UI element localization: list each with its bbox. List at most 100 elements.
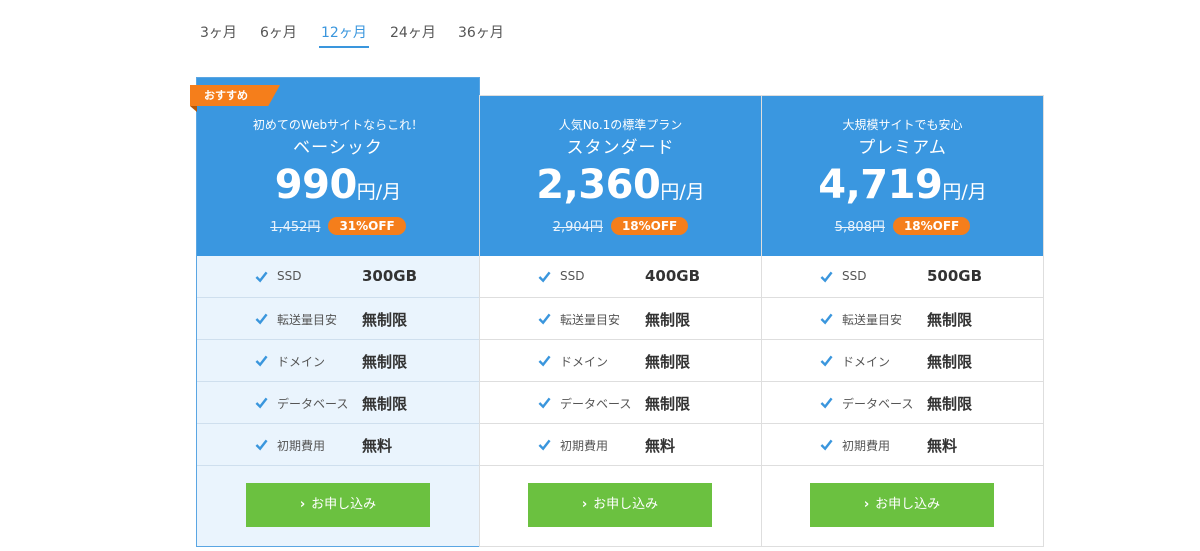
check-icon: [538, 397, 551, 409]
feature-value: 無制限: [927, 395, 973, 413]
feature-label: SSD: [277, 269, 302, 283]
plan-catchphrase: 初めてのWebサイトならこれ！: [252, 118, 424, 132]
feature-row-domain: ドメイン 無制限: [197, 340, 479, 382]
check-icon: [255, 397, 268, 409]
feature-label: 転送量目安: [560, 313, 621, 327]
check-icon: [255, 355, 268, 367]
recommended-badge: おすすめ: [190, 85, 280, 106]
discount-badge: 18%OFF: [892, 216, 971, 235]
check-icon: [820, 397, 833, 409]
feature-label: 初期費用: [560, 439, 609, 453]
feature-row-transfer: 転送量目安 無制限: [197, 298, 479, 340]
plan-name: スタンダード: [566, 138, 675, 158]
plan-card-standard: 人気No.1の標準プラン スタンダード 2,360円/月 2,904円 18%OF…: [479, 95, 762, 547]
feature-label: 初期費用: [277, 439, 326, 453]
check-icon: [538, 313, 551, 325]
feature-value: 無制限: [927, 311, 973, 329]
tab-label: 6ヶ月: [260, 25, 297, 41]
apply-button-label: お申し込み: [875, 497, 941, 512]
feature-label: データベース: [842, 397, 914, 411]
check-icon: [538, 439, 551, 451]
price-amount: 4,719: [818, 162, 943, 208]
check-icon: [255, 313, 268, 325]
feature-value: 無制限: [645, 395, 691, 413]
discount-row: 1,452円 31%OFF: [197, 216, 479, 235]
feature-row-setup-fee: 初期費用 無料: [197, 424, 479, 466]
feature-row-ssd: SSD 300GB: [197, 256, 479, 298]
tab-label: 12ヶ月: [321, 25, 367, 41]
plan-price: 4,719円/月: [762, 162, 1043, 208]
feature-label: 転送量目安: [842, 313, 903, 327]
feature-row-database: データベース 無制限: [480, 382, 761, 424]
feature-row-database: データベース 無制限: [762, 382, 1043, 424]
active-tab-underline: [319, 46, 369, 48]
feature-value: 500GB: [927, 267, 983, 285]
tab-3-months[interactable]: 3ヶ月: [200, 22, 237, 42]
discount-badge: 18%OFF: [610, 216, 689, 235]
discount-row: 5,808円 18%OFF: [762, 216, 1043, 235]
plan-catchphrase: 大規模サイトでも安心: [842, 118, 963, 132]
price-unit: 円/月: [942, 181, 987, 203]
tab-12-months[interactable]: 12ヶ月: [319, 22, 369, 48]
price-amount: 990: [274, 162, 358, 208]
feature-row-ssd: SSD 500GB: [762, 256, 1043, 298]
apply-button-standard[interactable]: › お申し込み: [528, 483, 712, 527]
tab-6-months[interactable]: 6ヶ月: [260, 22, 297, 42]
feature-value: 無料: [362, 437, 393, 455]
feature-value: 無制限: [927, 353, 973, 371]
feature-row-transfer: 転送量目安 無制限: [762, 298, 1043, 340]
feature-row-domain: ドメイン 無制限: [480, 340, 761, 382]
feature-value: 400GB: [645, 267, 701, 285]
chevron-right-icon: ›: [299, 497, 306, 512]
plan-catchphrase: 人気No.1の標準プラン: [558, 118, 683, 132]
feature-row-setup-fee: 初期費用 無料: [762, 424, 1043, 466]
original-price: 1,452円: [270, 220, 321, 235]
tab-label: 3ヶ月: [200, 25, 237, 41]
plan-name: ベーシック: [293, 138, 383, 158]
tab-label: 24ヶ月: [390, 25, 436, 41]
check-icon: [255, 271, 268, 283]
check-icon: [820, 439, 833, 451]
apply-button-premium[interactable]: › お申し込み: [810, 483, 994, 527]
feature-row-transfer: 転送量目安 無制限: [480, 298, 761, 340]
tab-label: 36ヶ月: [458, 25, 504, 41]
tab-36-months[interactable]: 36ヶ月: [458, 22, 504, 42]
feature-value: 無料: [927, 437, 958, 455]
feature-label: データベース: [560, 397, 632, 411]
plan-header: 人気No.1の標準プラン スタンダード 2,360円/月 2,904円 18%OF…: [480, 96, 761, 256]
plan-name: プレミアム: [858, 138, 947, 158]
feature-row-setup-fee: 初期費用 無料: [480, 424, 761, 466]
feature-row-ssd: SSD 400GB: [480, 256, 761, 298]
plan-price: 2,360円/月: [480, 162, 761, 208]
original-price: 5,808円: [834, 220, 885, 235]
discount-badge: 31%OFF: [328, 216, 406, 235]
feature-label: 初期費用: [842, 439, 891, 453]
check-icon: [820, 355, 833, 367]
plan-card-basic: 初めてのWebサイトならこれ！ ベーシック 990円/月 1,452円 31%OF…: [190, 77, 480, 547]
check-icon: [538, 355, 551, 367]
feature-value: 無制限: [645, 353, 691, 371]
discount-row: 2,904円 18%OFF: [480, 216, 761, 235]
feature-label: ドメイン: [842, 355, 891, 369]
plan-price: 990円/月: [197, 162, 479, 208]
original-price: 2,904円: [552, 220, 603, 235]
apply-button-basic[interactable]: › お申し込み: [246, 483, 430, 527]
feature-value: 無制限: [362, 311, 408, 329]
feature-label: ドメイン: [560, 355, 609, 369]
feature-label: 転送量目安: [277, 313, 338, 327]
feature-value: 無制限: [362, 395, 408, 413]
feature-label: ドメイン: [277, 355, 326, 369]
apply-button-label: お申し込み: [593, 497, 659, 512]
feature-value: 無制限: [362, 353, 408, 371]
feature-value: 300GB: [362, 267, 418, 285]
check-icon: [255, 439, 268, 451]
chevron-right-icon: ›: [863, 497, 870, 512]
feature-value: 無制限: [645, 311, 691, 329]
tab-24-months[interactable]: 24ヶ月: [390, 22, 436, 42]
apply-button-label: お申し込み: [311, 497, 377, 512]
chevron-right-icon: ›: [581, 497, 588, 512]
feature-row-database: データベース 無制限: [197, 382, 479, 424]
check-icon: [820, 271, 833, 283]
check-icon: [538, 271, 551, 283]
feature-row-domain: ドメイン 無制限: [762, 340, 1043, 382]
